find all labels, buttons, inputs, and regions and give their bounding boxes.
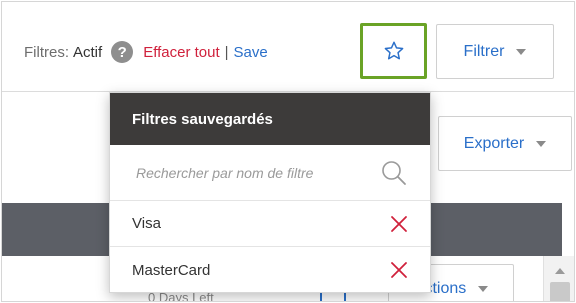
separator: | <box>224 43 229 61</box>
saved-filter-label: MasterCard <box>132 261 211 279</box>
saved-filters-button[interactable] <box>360 23 427 79</box>
scrollbar[interactable] <box>543 256 574 301</box>
star-icon <box>384 41 403 60</box>
filters-label: Filtres: <box>24 43 69 61</box>
close-icon[interactable] <box>390 215 408 233</box>
export-button-label: Exporter <box>463 134 525 152</box>
search-icon[interactable] <box>380 159 408 187</box>
scroll-thumb[interactable] <box>550 282 570 301</box>
filter-button[interactable]: Filtrer <box>436 24 554 79</box>
chevron-down-icon <box>536 140 547 147</box>
chevron-down-icon <box>516 48 527 55</box>
saved-filter-item[interactable]: Visa <box>110 201 430 247</box>
filter-button-label: Filtrer <box>463 42 505 60</box>
saved-filters-search <box>110 145 430 201</box>
help-icon[interactable]: ? <box>111 41 134 63</box>
saved-filters-dropdown: Filtres sauvegardés Visa MasterCard <box>109 92 431 293</box>
active-filters-bar: Filtres: Actif ? Effacer tout | Save <box>24 40 268 64</box>
clear-all-link[interactable]: Effacer tout <box>143 44 219 61</box>
export-button[interactable]: Exporter <box>438 116 572 171</box>
scroll-up-icon[interactable] <box>555 268 565 274</box>
save-link[interactable]: Save <box>234 44 268 61</box>
filters-status: Actif <box>73 43 103 61</box>
saved-filter-item[interactable]: MasterCard <box>110 247 430 293</box>
app-frame: Filtres: Actif ? Effacer tout | Save Fil… <box>1 1 575 302</box>
search-input[interactable] <box>136 164 314 181</box>
chevron-down-icon <box>478 286 489 292</box>
close-icon[interactable] <box>390 261 408 279</box>
saved-filters-title: Filtres sauvegardés <box>110 93 430 145</box>
saved-filter-label: Visa <box>132 215 161 232</box>
